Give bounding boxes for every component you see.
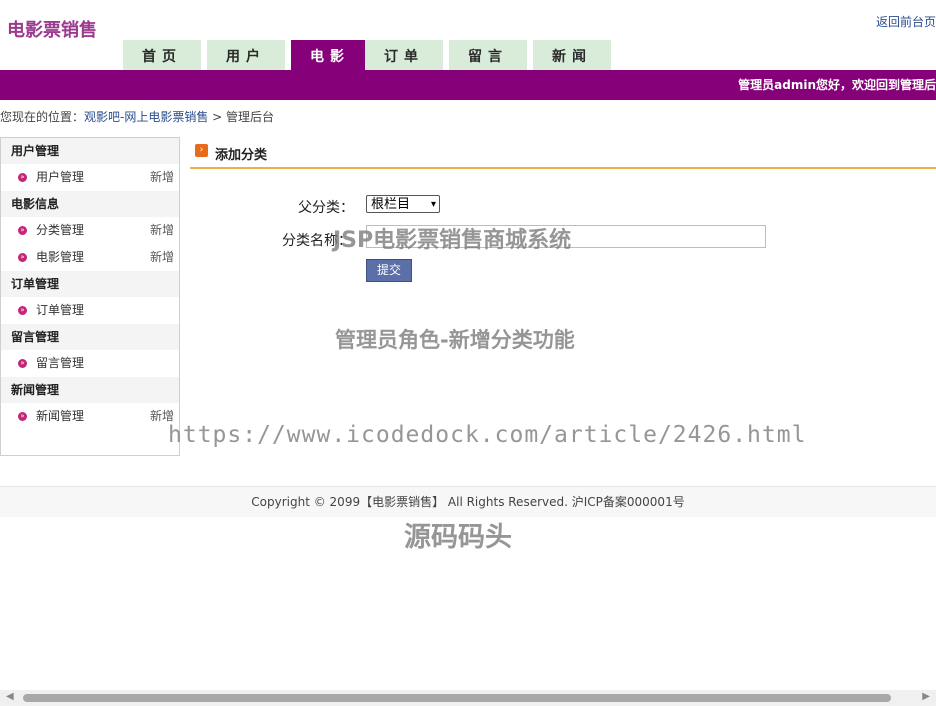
arrow-right-icon: ›	[195, 144, 208, 157]
page-title: 添加分类	[215, 148, 268, 163]
sidebar-add-link[interactable]: 新增	[150, 217, 174, 244]
site-logo[interactable]: 电影票销售	[7, 16, 97, 42]
chevron-down-icon: ▾	[430, 199, 436, 210]
sidebar-item-category-management[interactable]: » 分类管理 新增	[1, 217, 179, 244]
breadcrumb-prefix: 您现在的位置：	[0, 110, 85, 124]
sidebar-item-user-management[interactable]: » 用户管理 新增	[1, 164, 179, 191]
sidebar-item-label[interactable]: 留言管理	[36, 356, 84, 370]
breadcrumb-separator: >	[208, 110, 227, 124]
sidebar-item-message-management[interactable]: » 留言管理	[1, 350, 179, 377]
scroll-left-icon[interactable]: ◀	[6, 691, 14, 702]
bullet-icon: »	[18, 226, 27, 235]
sidebar-section-movie-info: 电影信息	[1, 191, 179, 217]
content-header: › 添加分类	[190, 139, 936, 169]
sidebar: 用户管理 » 用户管理 新增 电影信息 » 分类管理 新增 » 电影管理 新增 …	[0, 137, 180, 456]
watermark-feature: 管理员角色-新增分类功能	[335, 328, 575, 352]
sidebar-item-label[interactable]: 用户管理	[36, 170, 84, 184]
tab-orders[interactable]: 订单	[365, 40, 443, 70]
watermark-system-name: JSP电影票销售商城系统	[333, 228, 572, 253]
sidebar-section-messages: 留言管理	[1, 324, 179, 350]
bullet-icon: »	[18, 173, 27, 182]
sidebar-item-label[interactable]: 新闻管理	[36, 409, 84, 423]
sidebar-item-label[interactable]: 订单管理	[36, 303, 84, 317]
breadcrumb-current: 管理后台	[226, 110, 275, 124]
horizontal-scrollbar[interactable]: ◀ ▶	[0, 690, 936, 706]
tab-home[interactable]: 首页	[123, 40, 201, 70]
sidebar-section-users: 用户管理	[1, 138, 179, 164]
sidebar-item-movie-management[interactable]: » 电影管理 新增	[1, 244, 179, 271]
footer-copyright: Copyright © 2099【电影票销售】 All Rights Reser…	[251, 495, 685, 509]
tab-users[interactable]: 用户	[207, 40, 285, 70]
watermark-brand: 源码码头	[404, 522, 512, 553]
breadcrumb-site-link[interactable]: 观影吧-网上电影票销售	[84, 110, 208, 124]
breadcrumb: 您现在的位置：观影吧-网上电影票销售 > 管理后台	[0, 108, 274, 125]
welcome-text: 管理员admin您好，欢迎回到管理后	[738, 78, 936, 92]
header-bar: 管理员admin您好，欢迎回到管理后	[0, 70, 936, 100]
bullet-icon: »	[18, 253, 27, 262]
parent-category-label: 父分类：	[298, 200, 354, 216]
scrollbar-thumb[interactable]	[23, 694, 891, 702]
sidebar-item-label[interactable]: 分类管理	[36, 223, 84, 237]
parent-category-value: 根栏目	[371, 197, 411, 212]
sidebar-item-label[interactable]: 电影管理	[36, 250, 84, 264]
bullet-icon: »	[18, 306, 27, 315]
back-to-frontend-link[interactable]: 返回前台页	[876, 13, 936, 30]
sidebar-add-link[interactable]: 新增	[150, 244, 174, 271]
sidebar-item-news-management[interactable]: » 新闻管理 新增	[1, 403, 179, 430]
watermark-url: https://www.icodedock.com/article/2426.h…	[168, 422, 807, 448]
submit-button[interactable]: 提交	[366, 259, 412, 282]
sidebar-add-link[interactable]: 新增	[150, 164, 174, 191]
tab-messages[interactable]: 留言	[449, 40, 527, 70]
tab-movies[interactable]: 电影	[291, 40, 369, 70]
bullet-icon: »	[18, 359, 27, 368]
tab-news[interactable]: 新闻	[533, 40, 611, 70]
bullet-icon: »	[18, 412, 27, 421]
sidebar-section-news: 新闻管理	[1, 377, 179, 403]
footer: Copyright © 2099【电影票销售】 All Rights Reser…	[0, 486, 936, 517]
parent-category-select[interactable]: 根栏目 ▾	[366, 195, 440, 213]
sidebar-section-orders: 订单管理	[1, 271, 179, 297]
sidebar-item-order-management[interactable]: » 订单管理	[1, 297, 179, 324]
scroll-right-icon[interactable]: ▶	[922, 691, 930, 702]
